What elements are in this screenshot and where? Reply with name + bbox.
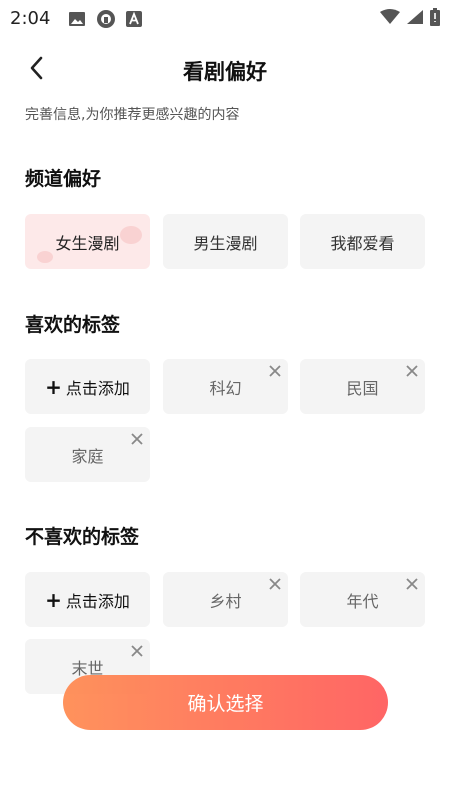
disliked-section-title: 不喜欢的标签	[25, 526, 140, 548]
close-icon[interactable]	[404, 576, 420, 592]
disliked-tag[interactable]: 年代	[300, 572, 425, 627]
disliked-tag[interactable]: 乡村	[163, 572, 288, 627]
system-icons	[380, 8, 440, 26]
header: 看剧偏好	[0, 46, 450, 92]
channel-section-title: 频道偏好	[25, 168, 102, 190]
status-time: 2:04	[10, 8, 51, 29]
confirm-label: 确认选择	[187, 693, 264, 715]
add-liked-tag-button[interactable]: + 点击添加	[25, 359, 150, 414]
channel-option-label: 我都爱看	[330, 233, 395, 253]
liked-tag[interactable]: 家庭	[25, 427, 150, 482]
battery-icon	[430, 8, 440, 26]
image-icon	[69, 12, 85, 26]
add-tag-label: 点击添加	[65, 378, 130, 398]
wifi-icon	[380, 9, 400, 24]
add-disliked-tag-button[interactable]: + 点击添加	[25, 572, 150, 627]
confirm-button[interactable]: 确认选择	[63, 675, 388, 730]
channel-option-female[interactable]: 女生漫剧	[25, 214, 150, 269]
status-bar: 2:04	[0, 0, 450, 36]
tag-label: 年代	[346, 591, 379, 611]
notification-icons	[68, 9, 142, 29]
subtitle: 完善信息,为你推荐更感兴趣的内容	[25, 107, 240, 123]
close-icon[interactable]	[267, 576, 283, 592]
close-icon[interactable]	[267, 363, 283, 379]
font-icon	[126, 11, 142, 27]
page-title: 看剧偏好	[183, 60, 267, 84]
decor-blob	[120, 226, 142, 244]
close-icon[interactable]	[404, 363, 420, 379]
add-tag-label: 点击添加	[65, 591, 130, 611]
liked-tag[interactable]: 科幻	[163, 359, 288, 414]
tag-label: 家庭	[71, 446, 104, 466]
plus-icon: +	[45, 374, 62, 399]
decor-blob	[37, 251, 53, 263]
close-icon[interactable]	[129, 431, 145, 447]
plus-icon: +	[45, 587, 62, 612]
liked-tag[interactable]: 民国	[300, 359, 425, 414]
channel-option-male[interactable]: 男生漫剧	[163, 214, 288, 269]
close-icon[interactable]	[129, 643, 145, 659]
app-notification-icon	[97, 10, 115, 28]
tag-label: 民国	[346, 378, 379, 398]
tag-label: 科幻	[209, 378, 242, 398]
channel-option-label: 女生漫剧	[55, 233, 120, 253]
liked-section-title: 喜欢的标签	[25, 314, 121, 336]
channel-option-label: 男生漫剧	[193, 233, 258, 253]
tag-label: 乡村	[209, 591, 242, 611]
channel-option-both[interactable]: 我都爱看	[300, 214, 425, 269]
signal-icon	[407, 10, 423, 24]
